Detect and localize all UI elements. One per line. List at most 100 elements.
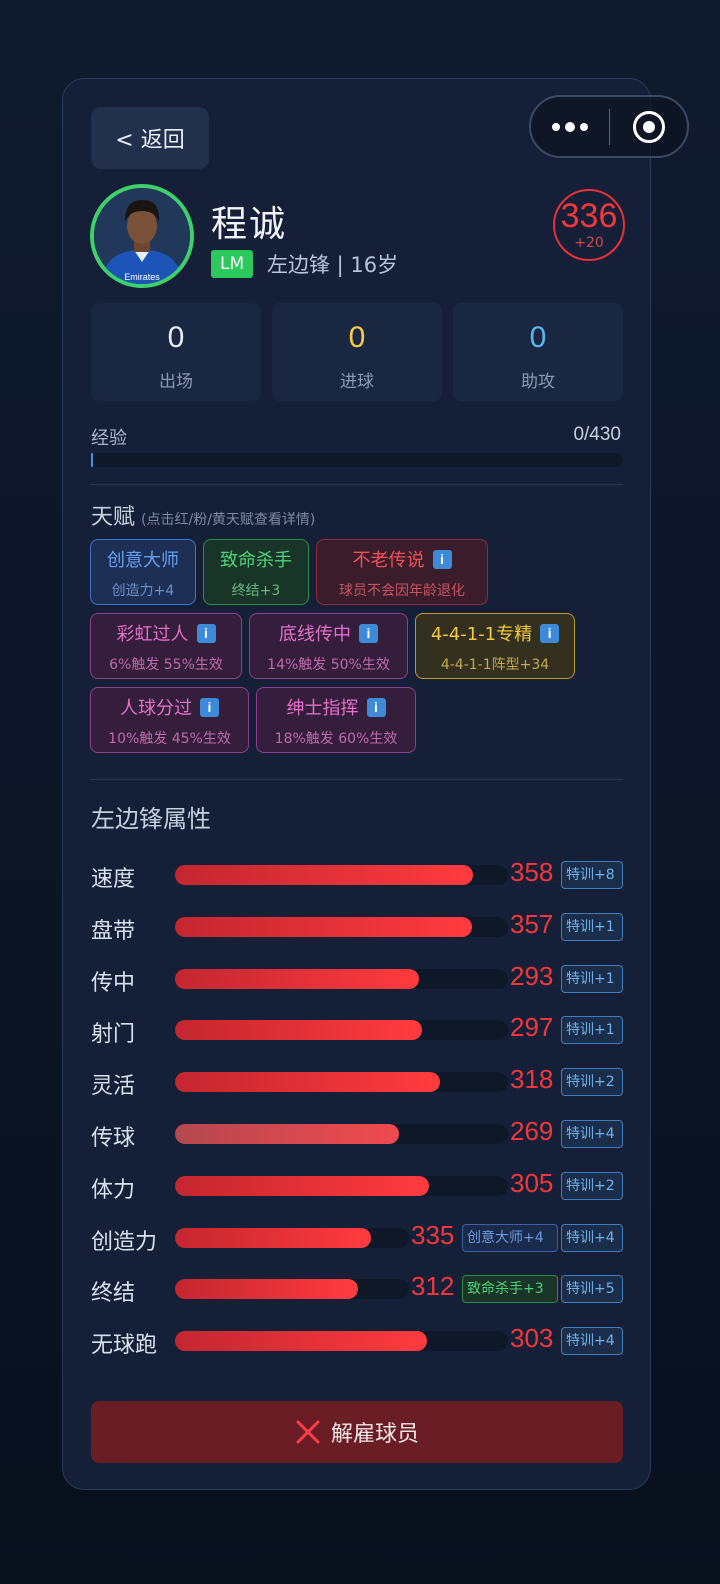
attribute-bar-fill <box>175 1279 358 1300</box>
info-icon[interactable]: i <box>366 697 386 717</box>
position-badge: LM <box>211 250 254 278</box>
talent-tag-ball-split[interactable]: 人球分过 i 10%触发 45%生效 <box>90 687 249 753</box>
training-badge: 特训+1 <box>561 964 623 993</box>
attribute-bar-fill <box>175 1227 372 1248</box>
talent-bonus-badge: 创意大师+4 <box>462 1223 558 1252</box>
stat-label: 出场 <box>159 372 193 392</box>
rating-value: 336 <box>560 197 618 235</box>
attribute-bar-fill <box>175 916 473 937</box>
attributes-title: 左边锋属性 <box>91 805 211 833</box>
experience-bar <box>91 453 623 467</box>
attribute-value: 303 <box>510 1323 554 1354</box>
attribute-bar <box>175 1331 508 1352</box>
experience-value: 0/430 <box>573 424 621 445</box>
talent-desc: 终结+3 <box>231 583 281 599</box>
training-badge: 特训+1 <box>561 912 623 941</box>
back-button[interactable]: < 返回 <box>91 107 209 169</box>
training-badge: 特训+2 <box>561 1068 623 1097</box>
attribute-name: 无球跑 <box>91 1333 158 1359</box>
divider <box>91 779 623 780</box>
training-badge: 特训+4 <box>561 1120 623 1148</box>
stat-label: 进球 <box>340 372 374 392</box>
attribute-row: 传球 269 特训+4 <box>91 1114 623 1154</box>
attribute-name: 传中 <box>91 970 136 996</box>
experience-label: 经验 <box>91 428 127 449</box>
training-badge: 特训+4 <box>561 1223 623 1252</box>
attribute-value: 269 <box>510 1116 554 1146</box>
talent-desc: 4-4-1-1阵型+34 <box>440 657 550 673</box>
talent-tag-4411-specialist[interactable]: 4-4-1-1专精 i 4-4-1-1阵型+34 <box>415 613 575 679</box>
attribute-row: 创造力 335 创意大师+4 特训+4 <box>91 1218 623 1258</box>
talent-desc: 14%触发 50%生效 <box>267 657 390 673</box>
talent-section-title: 天赋 (点击红/粉/黄天赋查看详情) <box>91 499 315 531</box>
talent-desc: 6%触发 55%生效 <box>109 657 223 673</box>
attribute-name: 创造力 <box>91 1229 158 1255</box>
stat-goals: 0 进球 <box>272 303 442 401</box>
player-portrait: Emirates <box>94 188 190 284</box>
attribute-row: 传中 293 特训+1 <box>91 959 623 999</box>
attribute-value: 358 <box>510 857 554 887</box>
talent-desc: 10%触发 45%生效 <box>108 731 231 747</box>
info-icon[interactable]: i <box>359 623 378 643</box>
position-age-text: 左边锋 | 16岁 <box>267 253 399 277</box>
player-name: 程诚 <box>211 204 288 245</box>
attribute-value: 297 <box>510 1012 554 1043</box>
attribute-name: 终结 <box>91 1281 136 1307</box>
talent-tag-creative-master[interactable]: 创意大师 创造力+4 <box>90 539 196 605</box>
attribute-value: 305 <box>510 1167 554 1198</box>
player-detail-card: < 返回 Emirates 程诚 LM 左边锋 | 16岁 336 +20 0 … <box>62 78 651 1490</box>
more-dots-icon[interactable] <box>531 121 609 132</box>
close-miniprogram-button[interactable] <box>610 110 687 143</box>
attribute-bar <box>175 1020 508 1041</box>
stat-value: 0 <box>529 321 547 354</box>
attribute-row: 体力 305 特训+2 <box>91 1166 623 1206</box>
overall-rating: 336 +20 <box>553 189 625 261</box>
avatar: Emirates <box>90 184 194 288</box>
fire-player-button[interactable]: 解雇球员 <box>91 1401 623 1463</box>
talent-tag-rainbow-dribble[interactable]: 彩虹过人 i 6%触发 55%生效 <box>90 613 242 679</box>
experience-bar-fill <box>91 453 93 467</box>
rating-delta: +20 <box>574 235 604 251</box>
attribute-value: 357 <box>510 908 554 939</box>
training-badge: 特训+4 <box>561 1327 623 1356</box>
talent-tag-deadly-killer[interactable]: 致命杀手 终结+3 <box>203 539 309 605</box>
attribute-bar <box>175 1279 409 1300</box>
attribute-bar-fill <box>175 1175 430 1196</box>
attribute-name: 盘带 <box>91 918 136 944</box>
attribute-value: 318 <box>510 1064 554 1095</box>
attribute-bar <box>175 1175 508 1196</box>
attribute-bar <box>175 968 508 989</box>
attribute-name: 射门 <box>91 1022 136 1048</box>
close-x-icon <box>296 1420 320 1444</box>
talent-tag-byline-cross[interactable]: 底线传中 i 14%触发 50%生效 <box>249 613 408 679</box>
attribute-value: 293 <box>510 960 554 991</box>
attribute-name: 体力 <box>91 1177 136 1203</box>
training-badge: 特训+5 <box>561 1275 623 1304</box>
stat-label: 助攻 <box>521 372 555 392</box>
stat-value: 0 <box>167 321 185 354</box>
attribute-bar-fill <box>175 1020 423 1041</box>
attribute-bar-fill <box>175 865 474 885</box>
attribute-bar <box>175 1072 508 1093</box>
attribute-bar-fill <box>175 1124 400 1144</box>
talent-name: 彩虹过人 <box>116 624 189 645</box>
info-icon[interactable]: i <box>200 697 219 717</box>
stat-value: 0 <box>348 321 366 354</box>
info-icon[interactable]: i <box>432 549 452 569</box>
talent-name: 致命杀手 <box>220 550 292 571</box>
attribute-row: 无球跑 303 特训+4 <box>91 1321 623 1361</box>
talent-name: 底线传中 <box>279 624 351 645</box>
info-icon[interactable]: i <box>540 623 560 643</box>
talent-desc: 18%触发 60%生效 <box>274 731 398 747</box>
info-icon[interactable]: i <box>196 623 216 643</box>
training-badge: 特训+1 <box>561 1016 623 1045</box>
talent-tag-gentleman-commander[interactable]: 绅士指挥 i 18%触发 60%生效 <box>256 687 416 753</box>
attribute-name: 传球 <box>91 1126 136 1151</box>
talent-tag-ageless-legend[interactable]: 不老传说 i 球员不会因年龄退化 <box>316 539 488 605</box>
talent-desc: 创造力+4 <box>111 583 175 599</box>
divider <box>91 484 623 485</box>
talent-name: 不老传说 <box>352 550 425 571</box>
attribute-row: 射门 297 特训+1 <box>91 1010 623 1050</box>
target-icon <box>632 110 665 143</box>
attribute-value: 312 <box>411 1271 455 1302</box>
